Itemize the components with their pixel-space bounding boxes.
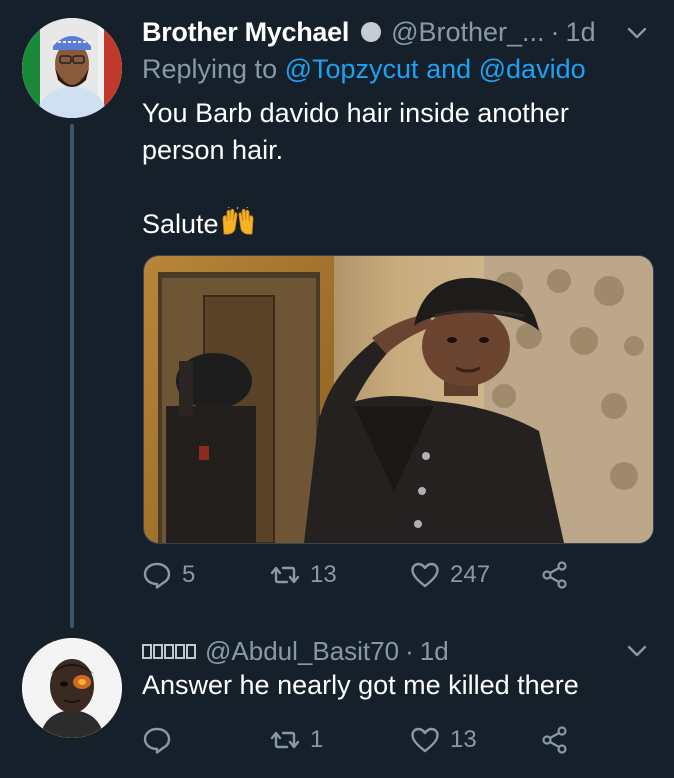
reply-button[interactable]: 5: [142, 560, 195, 590]
user-handle[interactable]: @Brother_...: [391, 17, 544, 48]
avatar-abdul-basit[interactable]: [22, 638, 122, 738]
like-count: 247: [450, 561, 491, 588]
mention-topzycut[interactable]: @Topzycut: [285, 54, 419, 84]
timestamp[interactable]: 1d: [420, 636, 449, 667]
user-handle[interactable]: @Abdul_Basit70: [205, 636, 399, 667]
tweet-text-line: Salute: [142, 206, 642, 243]
display-name[interactable]: Brother Mychael: [142, 17, 349, 48]
tweet-abdul-basit[interactable]: @Abdul_Basit70 · 1d Answer he nearly got…: [0, 625, 674, 778]
missing-glyph: [142, 643, 152, 659]
display-name-unrendered[interactable]: [142, 643, 197, 659]
reply-button[interactable]: [142, 725, 182, 755]
salute-text: Salute: [142, 209, 219, 239]
separator: ·: [405, 635, 414, 666]
chevron-down-icon[interactable]: [626, 22, 648, 44]
tweet-header: @Abdul_Basit70 · 1d: [142, 635, 449, 667]
like-button[interactable]: 13: [410, 725, 477, 755]
tweet-text-line: person hair.: [142, 135, 284, 165]
thread-connector-line: [70, 124, 74, 628]
missing-glyph: [153, 643, 163, 659]
tweet-header: Brother Mychael @Brother_... · 1d: [142, 14, 596, 50]
reply-icon: [143, 562, 171, 589]
reply-icon: [143, 727, 171, 754]
separator: ·: [550, 16, 560, 47]
heart-icon: [411, 727, 439, 753]
avatar-brother-mychael[interactable]: [22, 18, 122, 118]
share-button[interactable]: [540, 725, 570, 755]
retweet-button[interactable]: 1: [270, 725, 323, 755]
retweet-button[interactable]: 13: [270, 560, 337, 590]
like-button[interactable]: 247: [410, 560, 490, 590]
tweet-text: You Barb davido hair inside another pers…: [142, 95, 642, 243]
share-icon: [542, 726, 567, 754]
status-dot-icon: [361, 22, 382, 42]
tweet-text: Answer he nearly got me killed there: [142, 670, 579, 700]
retweet-count: 13: [310, 561, 337, 588]
missing-glyph: [186, 643, 196, 659]
share-icon: [542, 561, 567, 589]
replying-to: Replying to @Topzycut and @davido: [142, 54, 586, 85]
share-button[interactable]: [540, 560, 570, 590]
retweet-icon: [270, 731, 300, 749]
missing-glyph: [164, 643, 174, 659]
tweet-text-line: You Barb davido hair inside another: [142, 98, 569, 128]
raising-hands-emoji-icon: [222, 207, 253, 235]
chevron-down-icon[interactable]: [626, 640, 648, 662]
tweet-brother-mychael[interactable]: Brother Mychael @Brother_... · 1d Replyi…: [0, 0, 674, 628]
like-count: 13: [450, 726, 477, 753]
tweet-media-photo[interactable]: [143, 255, 654, 544]
heart-icon: [411, 562, 439, 588]
retweet-count: 1: [310, 726, 324, 753]
replying-to-label: Replying to: [142, 54, 285, 84]
mention-joiner: and: [418, 54, 479, 84]
retweet-icon: [270, 566, 300, 584]
reply-count: 5: [182, 561, 196, 588]
timestamp[interactable]: 1d: [566, 17, 596, 48]
missing-glyph: [175, 643, 185, 659]
mention-davido[interactable]: @davido: [479, 54, 586, 84]
